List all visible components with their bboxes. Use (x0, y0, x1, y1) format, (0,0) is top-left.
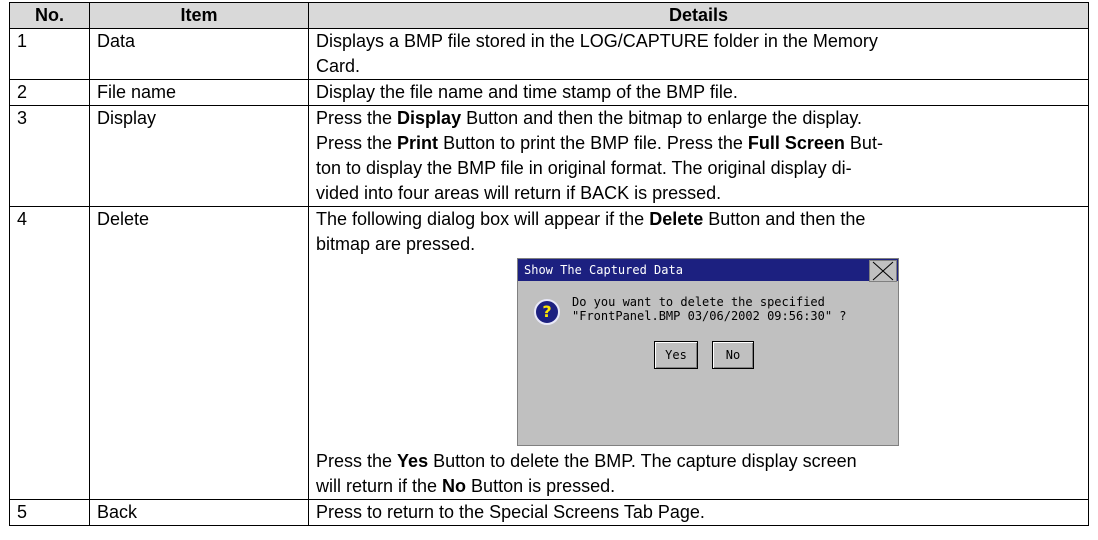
details-line: bitmap are pressed. (316, 234, 476, 254)
row-no: 2 (9, 79, 90, 106)
bold-term: Display (397, 108, 462, 128)
text: Button is pressed. (466, 476, 616, 496)
table-row: 3 Display Press the Display Button and t… (9, 105, 1089, 207)
details-line: The following dialog box will appear if … (316, 207, 1081, 232)
row-item: File name (89, 79, 309, 106)
dialog-title: Show The Captured Data (524, 263, 683, 277)
row-item: Delete (89, 206, 309, 500)
table-header-row: No. Item Details (9, 2, 1089, 29)
details-line: vided into four areas will return if BAC… (316, 183, 722, 203)
row-details: The following dialog box will appear if … (308, 206, 1089, 500)
dialog-message: Do you want to delete the specified "Fro… (572, 295, 847, 323)
bold-term: Delete (649, 209, 704, 229)
details-line: Displays a BMP file stored in the LOG/CA… (316, 31, 878, 51)
details-line: Display the file name and time stamp of … (316, 82, 738, 102)
text: Button and then the (703, 209, 866, 229)
confirm-dialog: Show The Captured Data ? Do you want to … (517, 258, 899, 446)
text: Press the (316, 108, 398, 128)
header-details: Details (308, 2, 1089, 29)
bold-term: Yes (397, 451, 429, 471)
row-item: Data (89, 28, 309, 80)
close-icon[interactable] (869, 260, 897, 282)
bold-term: Full Screen (747, 133, 845, 153)
text: But- (844, 133, 883, 153)
row-details: Display the file name and time stamp of … (308, 79, 1089, 106)
row-no: 1 (9, 28, 90, 80)
row-details: Press to return to the Special Screens T… (308, 499, 1089, 526)
row-item: Display (89, 105, 309, 207)
table-row: 4 Delete The following dialog box will a… (9, 206, 1089, 500)
table-row: 2 File name Display the file name and ti… (9, 79, 1089, 106)
text: Press the (316, 451, 398, 471)
bold-term: Print (397, 133, 439, 153)
row-item: Back (89, 499, 309, 526)
row-no: 3 (9, 105, 90, 207)
question-icon: ? (534, 299, 560, 325)
table-row: 5 Back Press to return to the Special Sc… (9, 499, 1089, 526)
yes-button[interactable]: Yes (654, 341, 698, 369)
text: will return if the (316, 476, 443, 496)
details-line: Press the Yes Button to delete the BMP. … (316, 449, 1081, 474)
row-no: 4 (9, 206, 90, 500)
row-details: Press the Display Button and then the bi… (308, 105, 1089, 207)
text: Button to print the BMP file. Press the (438, 133, 748, 153)
details-line: Press the Print Button to print the BMP … (316, 131, 1081, 156)
details-line: Press the Display Button and then the bi… (316, 106, 1081, 131)
no-button[interactable]: No (712, 341, 754, 369)
header-item: Item (89, 2, 309, 29)
text: Button to delete the BMP. The capture di… (428, 451, 857, 471)
dialog-title-bar: Show The Captured Data (518, 259, 898, 282)
details-line: Press to return to the Special Screens T… (316, 502, 705, 522)
bold-term: No (442, 476, 467, 496)
text: Button and then the bitmap to enlarge th… (461, 108, 863, 128)
details-table: No. Item Details 1 Data Displays a BMP f… (9, 2, 1089, 526)
row-details: Displays a BMP file stored in the LOG/CA… (308, 28, 1089, 80)
dialog-screenshot-area: Show The Captured Data ? Do you want to … (316, 257, 1081, 449)
header-no: No. (9, 2, 90, 29)
table-row: 1 Data Displays a BMP file stored in the… (9, 28, 1089, 80)
text: Press the (316, 133, 398, 153)
row-no: 5 (9, 499, 90, 526)
details-line: ton to display the BMP file in original … (316, 158, 852, 178)
text: The following dialog box will appear if … (316, 209, 650, 229)
details-line: will return if the No Button is pressed. (316, 474, 1081, 499)
details-line: Card. (316, 56, 361, 76)
